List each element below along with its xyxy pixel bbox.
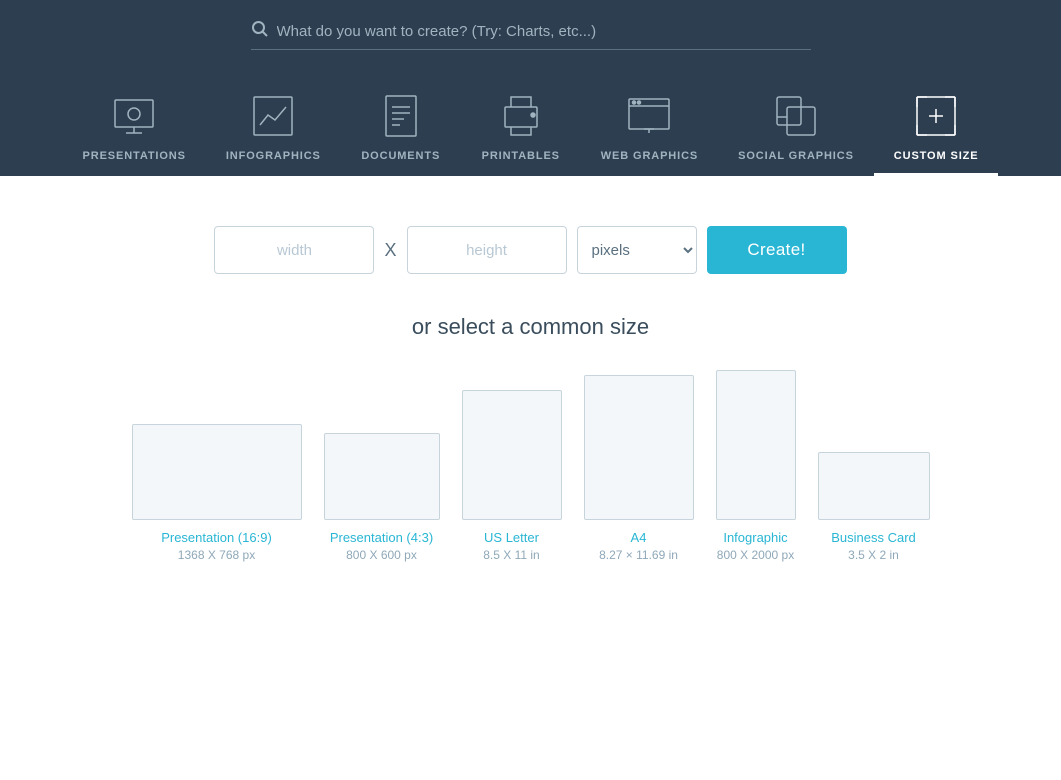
presentations-icon	[108, 90, 160, 142]
size-card-us-letter[interactable]: US Letter 8.5 X 11 in	[462, 390, 562, 562]
nav-items: PRESENTATIONS INFOGRAPHICS DOCUMENTS PRI…	[0, 80, 1061, 176]
size-card-business-card[interactable]: Business Card 3.5 X 2 in	[818, 452, 930, 562]
card-dims: 800 X 2000 px	[717, 548, 794, 562]
card-dims: 3.5 X 2 in	[848, 548, 899, 562]
card-title: Infographic	[723, 530, 787, 545]
nav-label-social-graphics: SOCIAL GRAPHICS	[738, 150, 854, 162]
size-row: X pixels inches cm mm Create!	[214, 226, 846, 274]
nav-item-infographics[interactable]: INFOGRAPHICS	[206, 80, 341, 176]
card-dims: 800 X 600 px	[346, 548, 417, 562]
header: PRESENTATIONS INFOGRAPHICS DOCUMENTS PRI…	[0, 0, 1061, 176]
nav-label-printables: PRINTABLES	[482, 150, 560, 162]
nav-label-infographics: INFOGRAPHICS	[226, 150, 321, 162]
nav-item-social-graphics[interactable]: SOCIAL GRAPHICS	[718, 80, 874, 176]
unit-select[interactable]: pixels inches cm mm	[577, 226, 697, 274]
card-title: Presentation (4:3)	[330, 530, 433, 545]
x-separator: X	[384, 240, 396, 261]
card-dims: 1368 X 768 px	[178, 548, 255, 562]
main-content: X pixels inches cm mm Create! or select …	[0, 176, 1061, 602]
size-card-presentation-4-3[interactable]: Presentation (4:3) 800 X 600 px	[324, 433, 440, 562]
height-input[interactable]	[407, 226, 567, 274]
search-input[interactable]	[277, 23, 811, 40]
card-preview	[132, 424, 302, 520]
nav-item-documents[interactable]: DOCUMENTS	[341, 80, 461, 176]
size-card-infographic[interactable]: Infographic 800 X 2000 px	[716, 370, 796, 562]
size-card-a4[interactable]: A4 8.27 × 11.69 in	[584, 375, 694, 562]
card-preview	[324, 433, 440, 520]
search-bar	[251, 20, 811, 50]
nav-label-custom-size: CUSTOM SIZE	[894, 150, 979, 162]
printables-icon	[495, 90, 547, 142]
size-card-presentation-16-9[interactable]: Presentation (16:9) 1368 X 768 px	[132, 424, 302, 562]
nav-item-printables[interactable]: PRINTABLES	[461, 80, 581, 176]
card-title: Presentation (16:9)	[161, 530, 272, 545]
card-preview	[462, 390, 562, 520]
card-preview	[716, 370, 796, 520]
nav-label-presentations: PRESENTATIONS	[83, 150, 186, 162]
card-dims: 8.27 × 11.69 in	[599, 548, 678, 562]
documents-icon	[375, 90, 427, 142]
card-title: US Letter	[484, 530, 539, 545]
card-title: Business Card	[831, 530, 916, 545]
card-preview	[584, 375, 694, 520]
nav-label-web-graphics: WEB GRAPHICS	[601, 150, 698, 162]
create-button[interactable]: Create!	[707, 226, 847, 274]
custom-size-icon	[910, 90, 962, 142]
card-title: A4	[631, 530, 647, 545]
nav-item-custom-size[interactable]: CUSTOM SIZE	[874, 80, 999, 176]
card-preview	[818, 452, 930, 520]
nav-item-presentations[interactable]: PRESENTATIONS	[63, 80, 206, 176]
card-dims: 8.5 X 11 in	[483, 548, 539, 562]
social-graphics-icon	[770, 90, 822, 142]
sizes-grid: Presentation (16:9) 1368 X 768 px Presen…	[92, 370, 970, 562]
search-icon	[251, 20, 269, 43]
width-input[interactable]	[214, 226, 374, 274]
infographics-icon	[247, 90, 299, 142]
or-text: or select a common size	[412, 314, 649, 340]
nav-item-web-graphics[interactable]: WEB GRAPHICS	[581, 80, 718, 176]
web-graphics-icon	[623, 90, 675, 142]
nav-label-documents: DOCUMENTS	[361, 150, 440, 162]
